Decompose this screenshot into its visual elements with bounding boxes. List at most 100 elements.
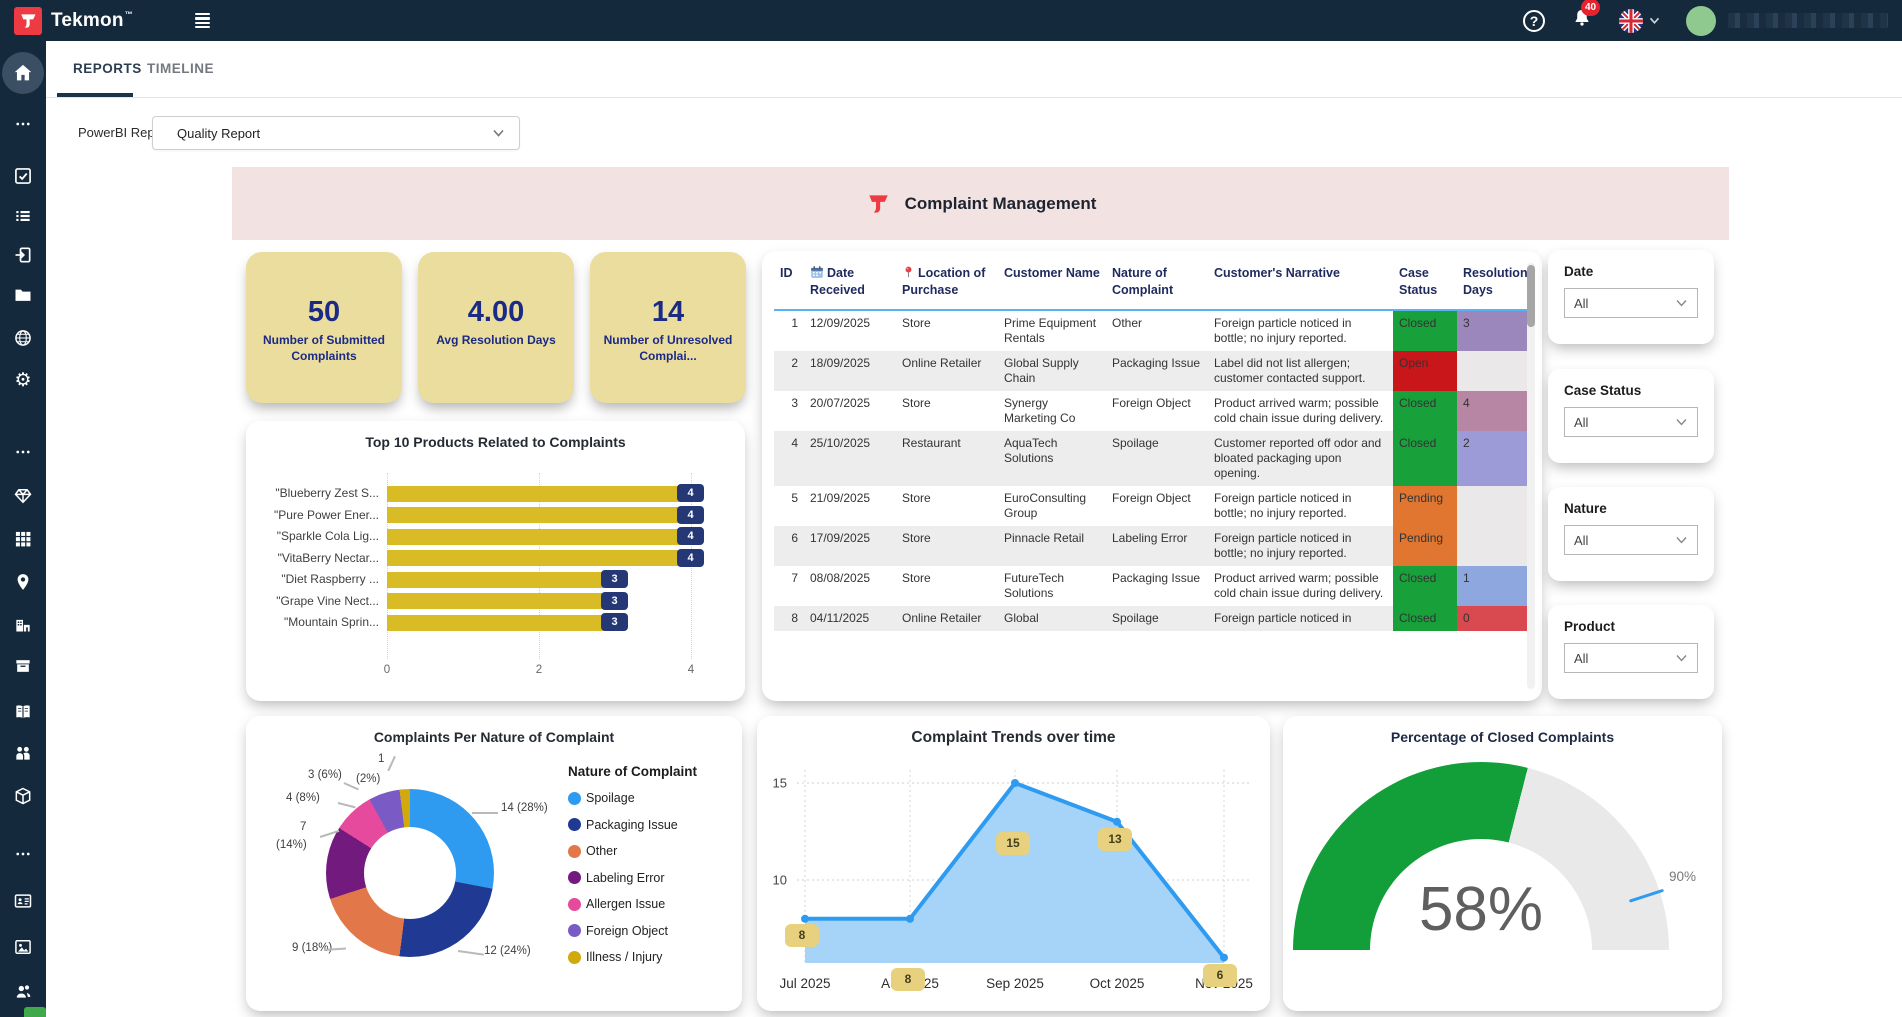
pie-callout-label: 4 (8%) — [286, 792, 320, 804]
sidebar-item-settings[interactable]: ⚙ — [0, 361, 46, 399]
column-header[interactable]: Customer's Narrative — [1208, 261, 1393, 310]
filter-card-product: Product All — [1548, 605, 1714, 699]
sidebar-item-folder[interactable] — [0, 276, 46, 314]
bar-x-tick-label: 0 — [384, 664, 390, 676]
data-point[interactable] — [801, 915, 809, 923]
filter-value: All — [1574, 651, 1675, 666]
sidebar-item-list[interactable] — [0, 197, 46, 235]
sidebar-item-book[interactable] — [0, 693, 46, 731]
legend-item[interactable]: Foreign Object — [568, 924, 668, 938]
sidebar-item-sign-in[interactable] — [0, 236, 46, 274]
filter-select-case-status[interactable]: All — [1564, 407, 1698, 437]
sidebar-item-user-group[interactable] — [0, 972, 46, 1010]
table-scrollbar[interactable] — [1527, 265, 1535, 327]
language-selector[interactable] — [1619, 9, 1660, 33]
table-row[interactable]: 112/09/2025StorePrime Equipment RentalsO… — [774, 310, 1530, 351]
filter-card-nature: NatureAll — [1548, 487, 1714, 581]
pie-callout-label: 14 (28%) — [501, 802, 548, 814]
user-avatar[interactable] — [1686, 6, 1716, 36]
help-icon[interactable]: ? — [1523, 10, 1545, 32]
sidebar-item-more[interactable] — [0, 835, 46, 873]
user-name-redacted — [1728, 13, 1888, 28]
sidebar-item-gem[interactable] — [0, 477, 46, 515]
sidebar-item-globe[interactable] — [0, 319, 46, 357]
sidebar-item-tasks[interactable] — [0, 157, 46, 195]
table-row[interactable]: 708/08/2025StoreFutureTech SolutionsPack… — [774, 566, 1530, 606]
column-header[interactable]: Resolution Days — [1457, 261, 1530, 310]
tab-reports[interactable]: REPORTS — [73, 61, 142, 76]
tab-timeline[interactable]: TIMELINE — [147, 61, 214, 76]
data-point[interactable] — [1113, 818, 1121, 826]
sidebar-item-grid[interactable] — [0, 520, 46, 558]
notifications-button[interactable]: 40 — [1571, 7, 1593, 34]
table-row[interactable]: 320/07/2025StoreSynergy Marketing CoFore… — [774, 391, 1530, 431]
chevron-down-icon — [1675, 654, 1688, 663]
filter-label: Product — [1564, 619, 1698, 634]
column-header[interactable]: Location of Purchase — [896, 261, 998, 310]
gauge-card: Percentage of Closed Complaints 58% 90% — [1283, 716, 1722, 1011]
bar[interactable] — [387, 507, 691, 523]
tekmon-logo-icon — [18, 11, 38, 31]
legend-label: Other — [586, 844, 617, 858]
cell-customer: Global Supply Chain — [998, 351, 1106, 391]
sidebar-item-users[interactable] — [0, 734, 46, 772]
sidebar-item-more[interactable] — [0, 433, 46, 471]
sidebar-item-building[interactable] — [0, 605, 46, 643]
cell-narrative: Customer reported off odor and bloated p… — [1208, 431, 1393, 486]
data-point[interactable] — [1220, 954, 1228, 962]
tekmon-logo[interactable] — [14, 7, 42, 35]
column-header[interactable]: Case Status — [1393, 261, 1457, 310]
legend-item[interactable]: Allergen Issue — [568, 897, 665, 911]
bar[interactable] — [387, 615, 615, 631]
column-header[interactable]: Date Received — [804, 261, 896, 310]
report-select[interactable]: Quality Report — [152, 116, 520, 150]
hamburger-menu-icon[interactable] — [195, 13, 210, 28]
cell-customer: Synergy Marketing Co — [998, 391, 1106, 431]
bar-value-label: 4 — [677, 527, 704, 545]
sidebar-item-location[interactable] — [0, 563, 46, 601]
sidebar-item-archive[interactable] — [0, 647, 46, 685]
table-row[interactable]: 521/09/2025StoreEuroConsulting GroupFore… — [774, 486, 1530, 526]
kpi-value: 4.00 — [418, 296, 574, 329]
legend-item[interactable]: Packaging Issue — [568, 818, 678, 832]
bar[interactable] — [387, 486, 691, 502]
table-row[interactable]: 804/11/2025Online RetailerGlobalSpoilage… — [774, 606, 1530, 631]
table-header-row: IDDate ReceivedLocation of PurchaseCusto… — [774, 261, 1530, 310]
cell-date: 12/09/2025 — [804, 310, 896, 351]
legend-item[interactable]: Labeling Error — [568, 871, 665, 885]
pie-callout-label: 3 (6%) — [308, 769, 342, 781]
sidebar-item-more[interactable] — [0, 105, 46, 143]
legend-item[interactable]: Other — [568, 844, 617, 858]
sidebar-item-home[interactable] — [0, 54, 46, 92]
sidebar-bottom-partial-item[interactable] — [24, 1007, 46, 1017]
bar[interactable] — [387, 550, 691, 566]
dashboard-header: Complaint Management — [232, 167, 1729, 240]
bar[interactable] — [387, 572, 615, 588]
column-header[interactable]: Customer Name — [998, 261, 1106, 310]
bar-chart-row: "Diet Raspberry ...3 — [246, 569, 745, 590]
donut-chart-card: Complaints Per Nature of Complaint 14 (2… — [246, 716, 742, 1011]
table-row[interactable]: 617/09/2025StorePinnacle RetailLabeling … — [774, 526, 1530, 566]
data-point[interactable] — [1011, 779, 1019, 787]
table-row[interactable]: 218/09/2025Online RetailerGlobal Supply … — [774, 351, 1530, 391]
filter-select-date[interactable]: All — [1564, 288, 1698, 318]
column-header[interactable]: Nature of Complaint — [1106, 261, 1208, 310]
sidebar-item-id-card[interactable] — [0, 882, 46, 920]
cell-narrative: Foreign particle noticed in bottle; no i… — [1208, 486, 1393, 526]
filter-select-product[interactable]: All — [1564, 643, 1698, 673]
cell-customer: EuroConsulting Group — [998, 486, 1106, 526]
case-status-cell: Open — [1393, 351, 1457, 391]
cell-id: 4 — [774, 431, 804, 486]
bar[interactable] — [387, 529, 691, 545]
pie-callout-line — [458, 950, 484, 955]
data-point[interactable] — [906, 915, 914, 923]
filter-select-nature[interactable]: All — [1564, 525, 1698, 555]
column-header[interactable]: ID — [774, 261, 804, 310]
legend-item[interactable]: Illness / Injury — [568, 950, 662, 964]
sidebar-item-package[interactable] — [0, 777, 46, 815]
resolution-days-cell: 0 — [1457, 606, 1530, 631]
legend-item[interactable]: Spoilage — [568, 791, 635, 805]
sidebar-item-image[interactable] — [0, 928, 46, 966]
bar[interactable] — [387, 593, 615, 609]
table-row[interactable]: 425/10/2025RestaurantAquaTech SolutionsS… — [774, 431, 1530, 486]
